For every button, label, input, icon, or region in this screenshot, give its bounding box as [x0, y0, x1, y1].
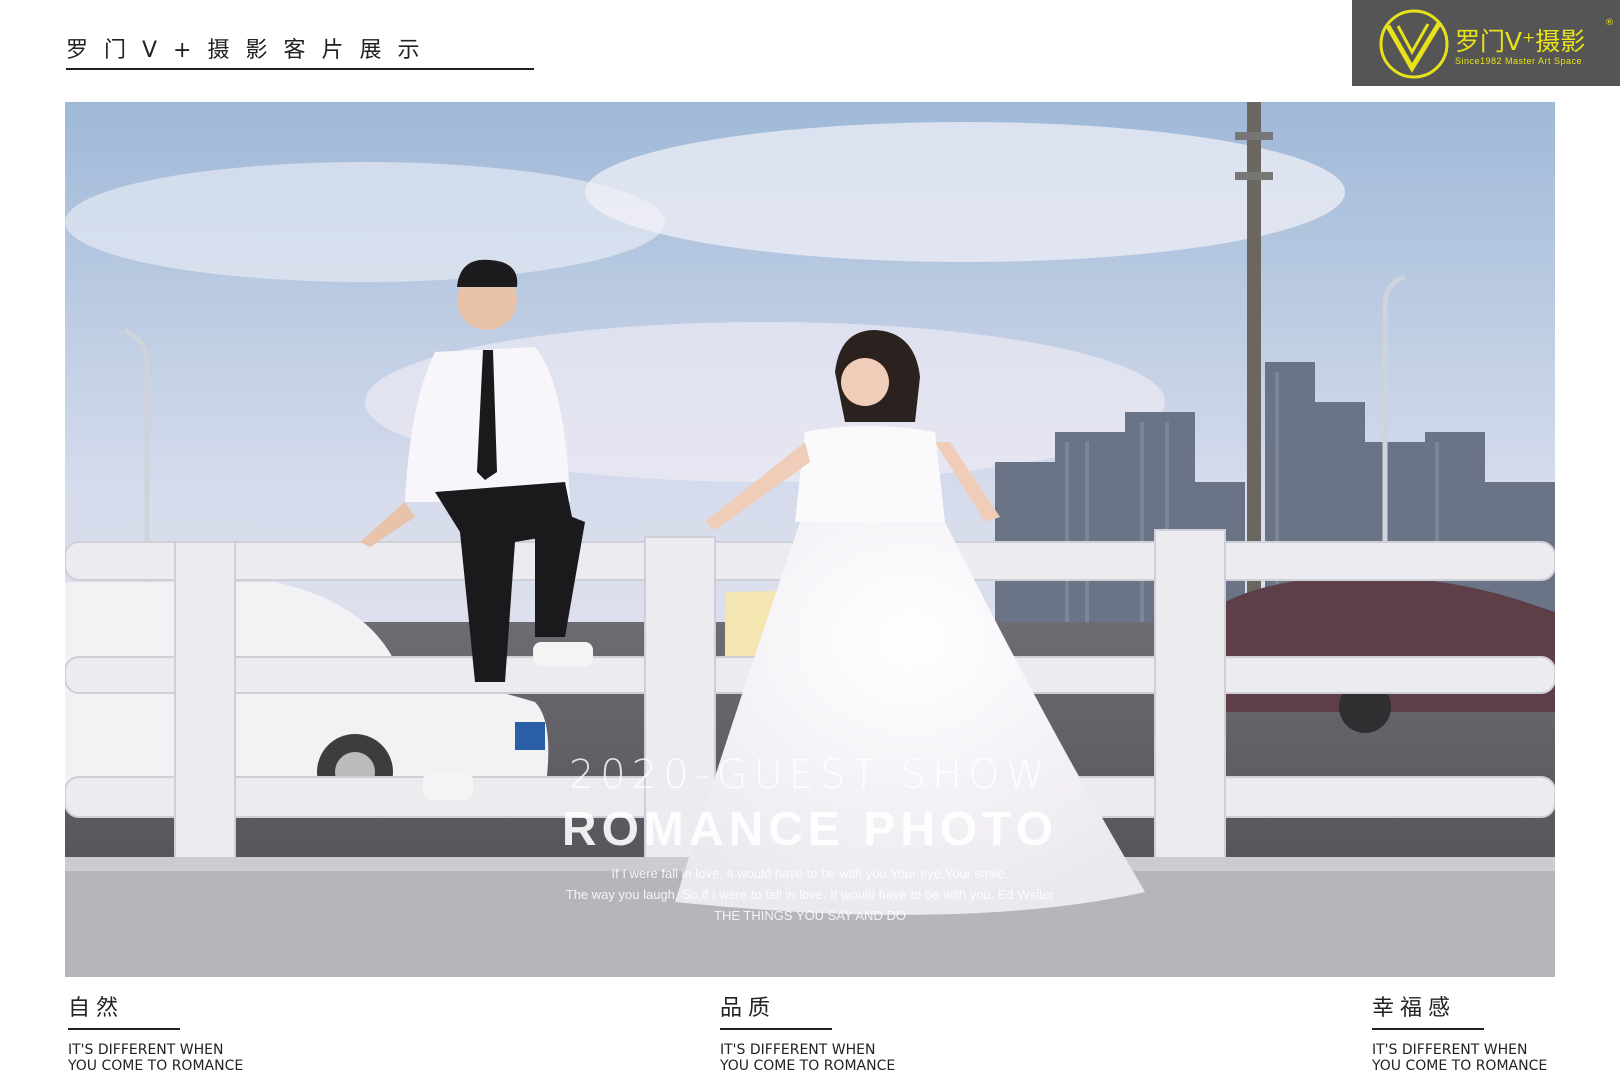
caption-subtitle-line-2: YOU COME TO ROMANCE: [1372, 1058, 1548, 1074]
caption-subtitle-line-1: IT'S DIFFERENT WHEN: [68, 1042, 224, 1058]
caption-subtitle-line-2: YOU COME TO ROMANCE: [68, 1058, 244, 1074]
overlay-text-line-3: THE THINGS YOU SAY AND DO: [714, 908, 906, 923]
caption-underline: [68, 1028, 180, 1030]
caption-natural: 自然 IT'S DIFFERENT WHEN YOU COME TO ROMAN…: [68, 990, 243, 1074]
caption-title: 自然: [68, 996, 125, 1021]
wedding-photo: 2020-GUEST SHOW ROMANCE PHOTO If I were …: [65, 102, 1555, 977]
caption-subtitle: IT'S DIFFERENT WHEN YOU COME TO ROMANCE: [68, 1042, 243, 1074]
caption-subtitle-line-2: YOU COME TO ROMANCE: [720, 1058, 896, 1074]
logo-brand-text: 罗门V⁺摄影: [1455, 27, 1586, 56]
caption-subtitle: IT'S DIFFERENT WHEN YOU COME TO ROMANCE: [1372, 1042, 1547, 1074]
caption-quality: 品质 IT'S DIFFERENT WHEN YOU COME TO ROMAN…: [720, 990, 895, 1074]
page-title: 罗门V+摄影客片展示: [66, 38, 436, 63]
caption-subtitle-line-1: IT'S DIFFERENT WHEN: [720, 1042, 876, 1058]
logo-tagline: Since1982 Master Art Space: [1455, 56, 1583, 66]
caption-title: 品质: [720, 996, 777, 1021]
caption-happiness: 幸福感 IT'S DIFFERENT WHEN YOU COME TO ROMA…: [1372, 990, 1547, 1074]
logo-emblem-icon: [1379, 9, 1449, 79]
caption-subtitle-line-1: IT'S DIFFERENT WHEN: [1372, 1042, 1528, 1058]
caption-underline: [1372, 1028, 1484, 1030]
brand-logo: 罗门V⁺摄影 ® Since1982 Master Art Space: [1352, 0, 1620, 86]
caption-title: 幸福感: [1372, 996, 1457, 1021]
overlay-text-line-1: If I were fall in love. It would have to…: [611, 866, 1009, 881]
caption-underline: [720, 1028, 832, 1030]
caption-subtitle: IT'S DIFFERENT WHEN YOU COME TO ROMANCE: [720, 1042, 895, 1074]
overlay-title: ROMANCE PHOTO: [561, 803, 1059, 856]
overlay-text-line-2: The way you laugh. So,if I were to fall …: [565, 887, 1055, 902]
overlay-year-text: 2020-GUEST SHOW: [568, 752, 1052, 798]
logo-registered-mark: ®: [1605, 18, 1614, 28]
title-underline: [66, 68, 534, 70]
